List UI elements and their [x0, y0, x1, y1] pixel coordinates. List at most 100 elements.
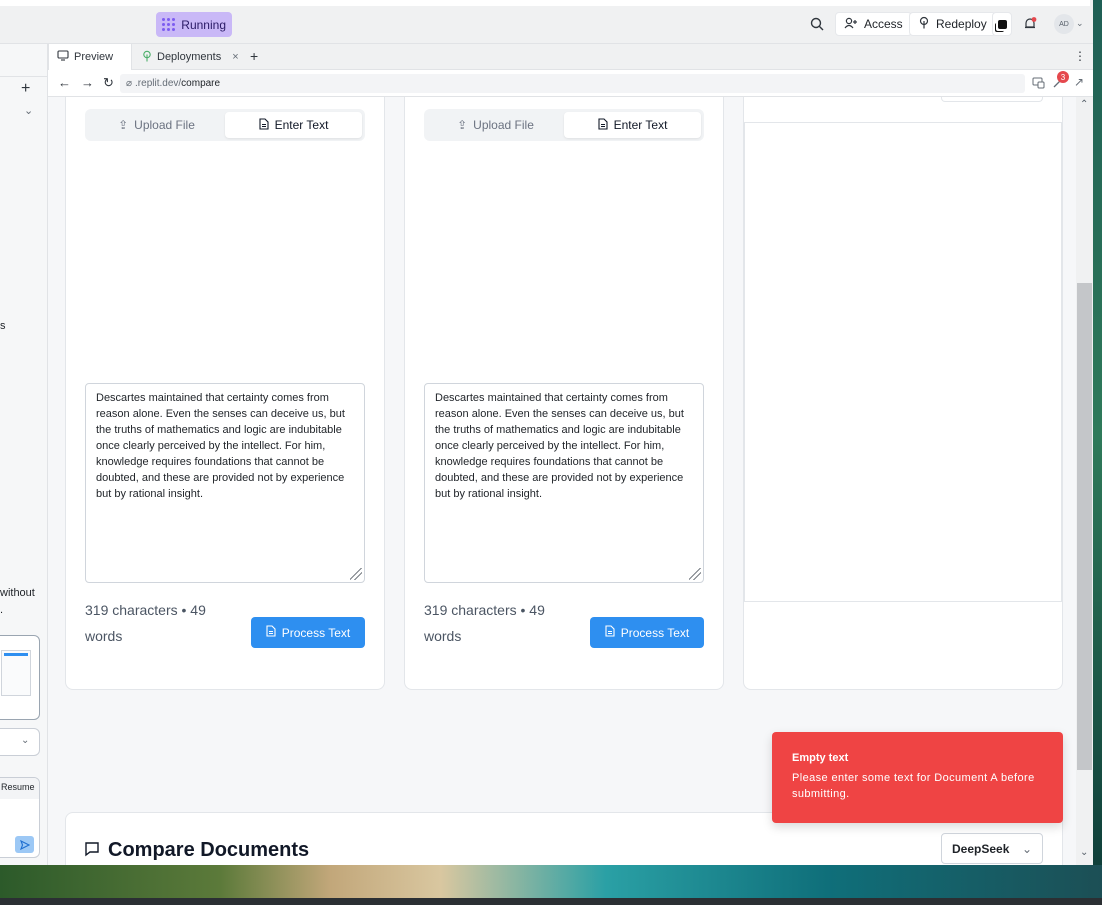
document-icon: [266, 625, 276, 640]
resize-handle-icon[interactable]: [689, 568, 701, 580]
upload-icon: ⇪: [457, 118, 468, 132]
tab-label: Deployments: [157, 51, 222, 63]
chevron-down-icon: ⌄: [21, 735, 30, 746]
document-icon: [605, 625, 615, 640]
forward-arrow-icon[interactable]: →: [81, 75, 94, 90]
redeploy-label: Redeploy: [936, 17, 987, 31]
chat-input-box[interactable]: Resume: [0, 777, 40, 858]
chevron-down-icon[interactable]: ⌄: [1076, 18, 1084, 29]
document-b-text: Descartes maintained that certainty come…: [435, 392, 684, 500]
enter-text-tab[interactable]: Enter Text: [225, 112, 362, 138]
tab-deployments[interactable]: Deployments ×: [134, 44, 244, 70]
avatar[interactable]: AD: [1054, 14, 1074, 34]
access-button[interactable]: Access: [835, 12, 912, 36]
results-output-panel: [744, 122, 1062, 602]
model-select-value: DeepSeek: [952, 841, 1010, 856]
top-bar: Running Access Redeploy AD ⌄: [0, 0, 1102, 44]
tab-strip: Preview Deployments × + ⋮: [48, 44, 1102, 70]
link-icon: ⌀: [126, 78, 133, 89]
process-text-button[interactable]: Process Text: [590, 617, 704, 648]
running-label: Running: [181, 17, 226, 32]
resize-handle-icon[interactable]: [350, 568, 362, 580]
upload-file-tab[interactable]: ⇪ Upload File: [427, 112, 564, 138]
character-count-line: 319 characters • 49: [424, 602, 545, 618]
left-panel: + ⌄ s without . ⌄ Resume: [0, 44, 48, 865]
document-a-text: Descartes maintained that certainty come…: [96, 392, 345, 500]
preview-thumbnail-card[interactable]: [0, 635, 40, 720]
open-external-icon[interactable]: ↗: [1074, 75, 1084, 89]
results-card: [743, 97, 1063, 690]
new-tab-plus-icon[interactable]: +: [250, 48, 258, 64]
close-icon[interactable]: ×: [232, 51, 238, 63]
document-icon: [259, 117, 269, 133]
document-icon: [598, 117, 608, 133]
devtools-icon[interactable]: [1032, 76, 1045, 92]
resume-button[interactable]: Resume: [0, 778, 39, 799]
document-b-textarea[interactable]: Descartes maintained that certainty come…: [424, 383, 704, 583]
redeploy-button[interactable]: Redeploy: [909, 12, 996, 36]
tab-label: Preview: [74, 51, 114, 63]
collapsed-select[interactable]: ⌄: [0, 728, 40, 756]
truncated-text: .: [0, 604, 4, 616]
tab-preview[interactable]: Preview: [48, 44, 132, 70]
toast-message: Please enter some text for Document A be…: [792, 772, 1035, 800]
process-text-label: Process Text: [281, 625, 351, 640]
compare-heading: Compare Documents: [84, 839, 309, 862]
monitor-icon: [57, 50, 69, 64]
document-card-a: ⇪ Upload File Enter Text Descartes maint…: [65, 97, 385, 690]
window-stack-icon: [997, 19, 1007, 29]
window-edge: [0, 0, 1090, 6]
running-status-badge[interactable]: Running: [156, 12, 232, 37]
character-count-line: 319 characters • 49: [85, 602, 206, 618]
input-mode-toggle: ⇪ Upload File Enter Text: [424, 109, 704, 141]
model-select[interactable]: DeepSeek ⌄: [941, 833, 1043, 864]
upload-file-label: Upload File: [134, 118, 195, 132]
desktop-edge: [1093, 0, 1102, 870]
chevron-down-icon[interactable]: ⌄: [24, 104, 33, 117]
thumbnail-image: [1, 650, 31, 696]
results-header-control[interactable]: [941, 97, 1043, 102]
access-label: Access: [864, 17, 903, 31]
add-user-icon: [844, 17, 858, 32]
grid-dots-icon: [162, 17, 175, 32]
document-card-b: ⇪ Upload File Enter Text Descartes maint…: [404, 97, 724, 690]
deploy-menu-button[interactable]: [992, 12, 1012, 36]
enter-text-label: Enter Text: [274, 118, 329, 132]
upload-icon: ⇪: [118, 118, 129, 132]
notifications-bell-icon[interactable]: [1020, 14, 1040, 34]
issue-count-badge: 3: [1057, 71, 1069, 83]
document-a-textarea[interactable]: Descartes maintained that certainty come…: [85, 383, 365, 583]
truncated-text: without: [0, 587, 35, 599]
upload-file-tab[interactable]: ⇪ Upload File: [88, 112, 225, 138]
process-text-button[interactable]: Process Text: [251, 617, 365, 648]
error-toast[interactable]: Empty text Please enter some text for Do…: [772, 732, 1063, 823]
enter-text-tab[interactable]: Enter Text: [564, 112, 701, 138]
process-text-label: Process Text: [620, 625, 690, 640]
chevron-down-icon: ⌄: [1021, 841, 1032, 856]
upload-file-label: Upload File: [473, 118, 534, 132]
word-count-line: words: [424, 628, 462, 644]
scroll-up-arrow-icon[interactable]: ⌃: [1080, 99, 1088, 110]
scrollbar-thumb[interactable]: [1077, 283, 1092, 770]
message-square-icon: [84, 841, 100, 860]
search-icon[interactable]: [807, 14, 827, 34]
more-options-icon[interactable]: ⋮: [1074, 49, 1086, 63]
divider: [0, 76, 47, 77]
url-path: compare: [181, 78, 221, 89]
scroll-down-arrow-icon[interactable]: ⌄: [1080, 847, 1088, 858]
enter-text-label: Enter Text: [613, 118, 668, 132]
plus-icon[interactable]: +: [21, 80, 30, 98]
reload-icon[interactable]: ↻: [103, 75, 114, 91]
word-count-line: words: [85, 628, 123, 644]
truncated-text: s: [0, 320, 6, 332]
address-field[interactable]: ⌀ .replit.dev/compare: [120, 74, 1025, 93]
url-bar: ← → ↻ ⌀ .replit.dev/compare 3 ↗: [48, 70, 1102, 97]
back-arrow-icon[interactable]: ←: [58, 75, 71, 90]
deploy-icon: [918, 16, 930, 32]
toast-title: Empty text: [792, 752, 849, 764]
send-icon[interactable]: [15, 836, 34, 853]
input-mode-toggle: ⇪ Upload File Enter Text: [85, 109, 365, 141]
deploy-icon: [142, 50, 152, 65]
compare-title: Compare Documents: [108, 839, 310, 861]
url-prefix: .replit.dev/: [135, 78, 182, 89]
